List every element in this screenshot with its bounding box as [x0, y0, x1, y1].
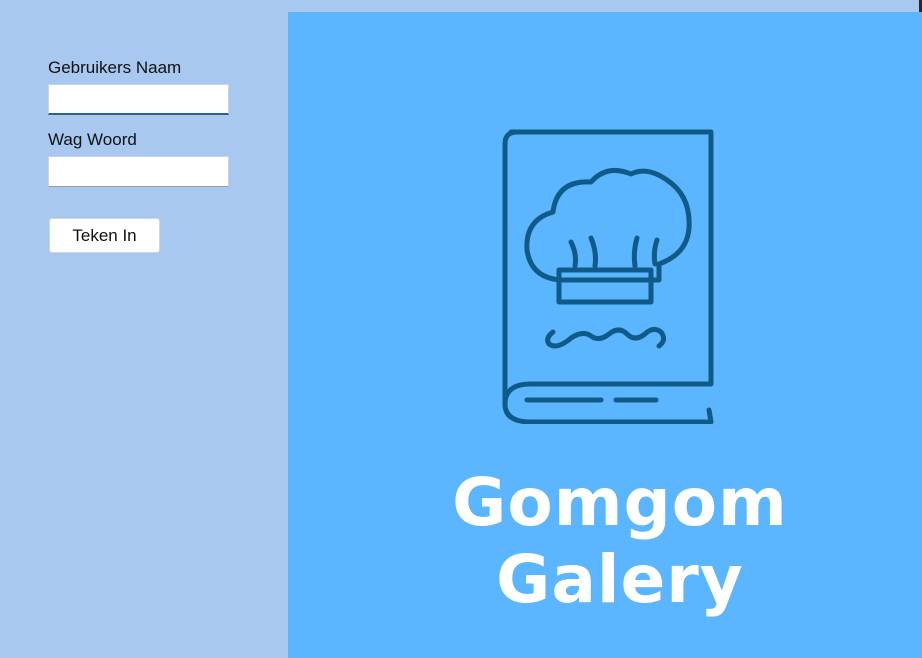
login-window: Gebruikers Naam Wag Woord Teken In Gomgo [0, 0, 922, 658]
brand-panel: Gomgom Galery [288, 12, 922, 658]
login-panel: Gebruikers Naam Wag Woord Teken In [0, 0, 288, 658]
username-label: Gebruikers Naam [48, 58, 182, 77]
password-label: Wag Woord [48, 130, 137, 149]
chef-hat-cookbook-icon [502, 129, 714, 424]
username-input[interactable] [48, 84, 229, 115]
password-input[interactable] [48, 156, 229, 187]
sign-in-button[interactable]: Teken In [49, 218, 160, 253]
brand-title: Gomgom Galery [452, 464, 788, 618]
